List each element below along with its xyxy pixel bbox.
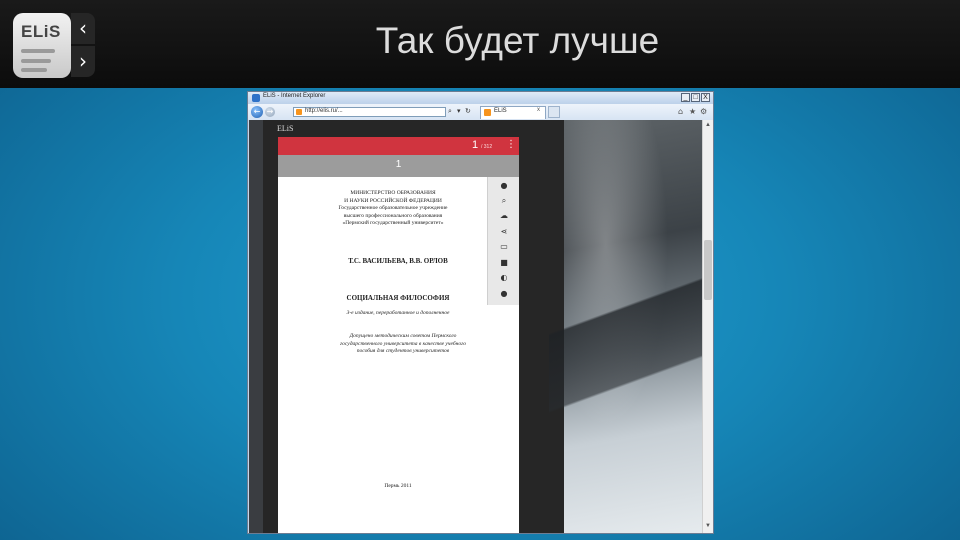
reader-tool-column: ● ⌕ ☁ ⋖ ▭ ■ ◐ ● [487,177,519,305]
reader-toolbar: 1 / 312 ⋮ [278,137,519,155]
doc-line: И НАУКИ РОССИЙСКОЙ ФЕДЕРАЦИИ [344,197,442,204]
browser-window: ELiS - Internet Explorer _ □ X ← → http:… [247,91,714,534]
doc-line: пособия для студентов университетов [356,348,450,354]
ie-icon [252,94,260,102]
page-indicator-bar: 1 [278,155,519,177]
document-ministry-header: МИНИСТЕРСТВО ОБРАЗОВАНИЯ И НАУКИ РОССИЙС… [308,190,478,228]
background-peak [549,230,703,430]
vertical-scrollbar[interactable]: ▲ ▼ [702,120,713,533]
doc-line: высшего профессионального образования [343,212,443,219]
doc-line: «Пермский государственный университет» [342,220,444,226]
logo-line [21,68,47,72]
tab-favicon-icon [484,109,491,116]
page-total: / 312 [481,144,493,150]
document-edition: 3-е издание, переработанное и дополненно… [346,310,450,316]
settings-icon[interactable]: ● [488,287,520,301]
share-icon[interactable]: ⋖ [488,225,520,239]
address-text: http://elis.ru/... [305,108,343,114]
page-viewport: ELiS 1 / 312 ⋮ 1 ● ⌕ ☁ ⋖ ▭ ■ ◐ ● МИНИСТЕ… [249,120,703,533]
contrast-icon[interactable]: ◐ [488,271,520,285]
address-bar[interactable]: http://elis.ru/... [293,107,446,117]
slide-header: ELiS ‹ › Так будет лучше [0,0,960,88]
scroll-down-icon[interactable]: ▼ [704,522,712,530]
document-city-year: Пермь 2011 [384,483,412,489]
doc-line: Допущено методическим советом Пермского [349,333,457,339]
minimize-button[interactable]: _ [681,93,690,102]
left-panel [249,120,263,533]
scroll-thumb[interactable] [704,240,712,300]
page-indicator: 1 [395,159,402,170]
document-title: СОЦИАЛЬНАЯ ФИЛОСОФИЯ [346,294,450,302]
window-title: ELiS - Internet Explorer [263,93,326,99]
doc-line: Государственное образовательное учрежден… [338,205,448,211]
more-menu-icon[interactable]: ⋮ [506,139,516,150]
doc-line: государственного университета в качестве… [340,340,466,347]
slide-title: Так будет лучше [375,20,660,61]
search-icon[interactable]: ⌕ [488,194,520,208]
site-favicon-icon [296,109,302,115]
close-button[interactable]: X [701,93,710,102]
new-tab-button[interactable] [548,106,560,118]
document-reader: 1 / 312 ⋮ 1 ● ⌕ ☁ ⋖ ▭ ■ ◐ ● МИНИСТЕРСТВО… [278,137,519,533]
browser-tab[interactable]: ELiS x [480,106,546,119]
user-icon[interactable]: ● [488,179,520,193]
scroll-up-icon[interactable]: ▲ [704,121,712,129]
document-approval: Допущено методическим советом Пермского … [318,333,488,356]
view-icon[interactable]: ■ [488,256,520,270]
forward-button[interactable]: → [265,107,275,117]
maximize-button[interactable]: □ [691,93,700,102]
home-icon[interactable]: ⌂ [678,107,683,116]
current-page: 1 [472,139,479,151]
doc-line: МИНИСТЕРСТВО ОБРАЗОВАНИЯ [350,190,436,196]
site-brand[interactable]: ELiS [277,124,293,133]
gear-icon[interactable]: ⚙ [700,107,707,116]
download-icon[interactable]: ☁ [488,209,520,223]
fullscreen-icon[interactable]: ▭ [488,240,520,254]
dropdown-icon[interactable]: ▾ [457,107,461,115]
search-icon[interactable]: ⌕ [448,107,452,116]
tab-close-icon[interactable]: x [537,107,540,113]
refresh-icon[interactable]: ↻ [465,107,471,115]
back-button[interactable]: ← [251,106,263,118]
address-row: ← → http://elis.ru/... ⌕ ▾ ↻ ELiS x ⌂ ★ … [248,104,713,120]
tab-label: ELiS [494,108,507,114]
document-authors: Т.С. ВАСИЛЬЕВА, В.В. ОРЛОВ [348,257,448,265]
favorites-icon[interactable]: ★ [689,107,696,116]
window-titlebar: ELiS - Internet Explorer _ □ X [248,92,713,104]
